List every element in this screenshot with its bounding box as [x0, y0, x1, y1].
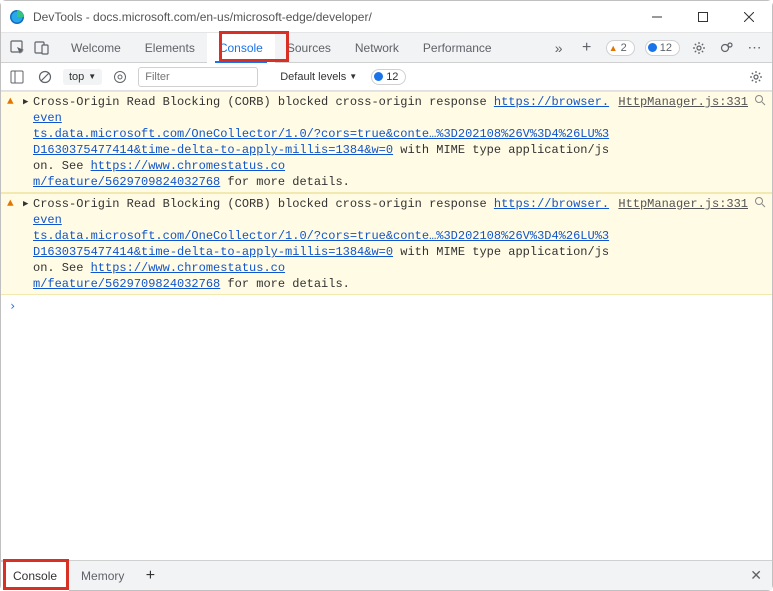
warning-icon: ▲ — [609, 43, 618, 53]
tab-elements[interactable]: Elements — [133, 33, 207, 63]
expand-icon[interactable]: ▶ — [23, 196, 33, 292]
more-tabs-icon[interactable]: » — [550, 39, 568, 57]
window-close-button[interactable] — [726, 4, 772, 30]
warnings-count: 2 — [621, 42, 627, 54]
drawer-new-tab-icon[interactable]: + — [136, 567, 164, 585]
drawer-close-icon[interactable]: ✕ — [740, 567, 772, 584]
console-toolbar: top ▼ Default levels ▼ 12 — [1, 63, 772, 91]
source-link[interactable]: HttpManager.js:331 — [618, 196, 748, 212]
search-icon[interactable] — [754, 196, 766, 208]
info-dot-icon — [374, 72, 383, 81]
chevron-down-icon: ▼ — [349, 72, 357, 81]
tab-console[interactable]: Console — [207, 33, 275, 63]
search-icon[interactable] — [754, 94, 766, 106]
expand-icon[interactable]: ▶ — [23, 94, 33, 190]
kebab-menu-icon[interactable]: ⋯ — [746, 39, 764, 57]
log-link[interactable]: https://www.chromestatus.co — [91, 261, 285, 275]
log-link[interactable]: m/feature/5629709824032768 — [33, 175, 220, 189]
filter-input[interactable] — [138, 67, 258, 87]
warning-icon: ▲ — [7, 94, 19, 190]
tab-welcome[interactable]: Welcome — [59, 33, 133, 63]
clear-console-icon[interactable] — [35, 67, 55, 87]
drawer-tab-memory[interactable]: Memory — [69, 561, 136, 591]
window-maximize-button[interactable] — [680, 4, 726, 30]
info-badge[interactable]: 12 — [645, 40, 680, 56]
log-message: Cross-Origin Read Blocking (CORB) blocke… — [33, 94, 618, 190]
console-prompt[interactable]: › — [1, 295, 772, 317]
console-settings-icon[interactable] — [746, 67, 766, 87]
execution-context-select[interactable]: top ▼ — [63, 69, 102, 85]
tab-network[interactable]: Network — [343, 33, 411, 63]
log-link[interactable]: m/feature/5629709824032768 — [33, 277, 220, 291]
window-minimize-button[interactable] — [634, 4, 680, 30]
drawer-tab-console[interactable]: Console — [1, 561, 69, 591]
chevron-down-icon: ▼ — [88, 72, 96, 81]
devtools-tabstrip: Welcome Elements Console Sources Network… — [1, 33, 772, 63]
context-label: top — [69, 71, 84, 83]
console-warning-entry[interactable]: ▲ ▶ Cross-Origin Read Blocking (CORB) bl… — [1, 193, 772, 295]
chevron-right-icon: › — [9, 299, 16, 313]
info-dot-icon — [648, 43, 657, 52]
tab-performance[interactable]: Performance — [411, 33, 504, 63]
devtools-drawer: Console Memory + ✕ — [1, 560, 772, 590]
issues-count: 12 — [386, 71, 398, 83]
console-log-area: ▲ ▶ Cross-Origin Read Blocking (CORB) bl… — [1, 91, 772, 560]
warning-icon: ▲ — [7, 196, 19, 292]
inspect-element-icon[interactable] — [9, 39, 27, 57]
new-tab-icon[interactable]: + — [578, 39, 596, 57]
window-title: DevTools - docs.microsoft.com/en-us/micr… — [33, 10, 634, 24]
source-link[interactable]: HttpManager.js:331 — [618, 94, 748, 110]
log-levels-select[interactable]: Default levels ▼ — [280, 71, 357, 83]
levels-label: Default levels — [280, 71, 346, 83]
devtools-app-icon — [9, 9, 25, 25]
tab-sources[interactable]: Sources — [275, 33, 343, 63]
settings-icon[interactable] — [690, 39, 708, 57]
device-toggle-icon[interactable] — [33, 39, 51, 57]
log-link[interactable]: https://www.chromestatus.co — [91, 159, 285, 173]
info-count: 12 — [660, 42, 672, 54]
log-message: Cross-Origin Read Blocking (CORB) blocke… — [33, 196, 618, 292]
window-titlebar: DevTools - docs.microsoft.com/en-us/micr… — [1, 1, 772, 33]
toggle-sidebar-icon[interactable] — [7, 67, 27, 87]
live-expression-icon[interactable] — [110, 67, 130, 87]
issues-badge[interactable]: 12 — [371, 69, 406, 85]
feedback-icon[interactable] — [718, 39, 736, 57]
console-warning-entry[interactable]: ▲ ▶ Cross-Origin Read Blocking (CORB) bl… — [1, 91, 772, 193]
warnings-badge[interactable]: ▲ 2 — [606, 40, 635, 56]
